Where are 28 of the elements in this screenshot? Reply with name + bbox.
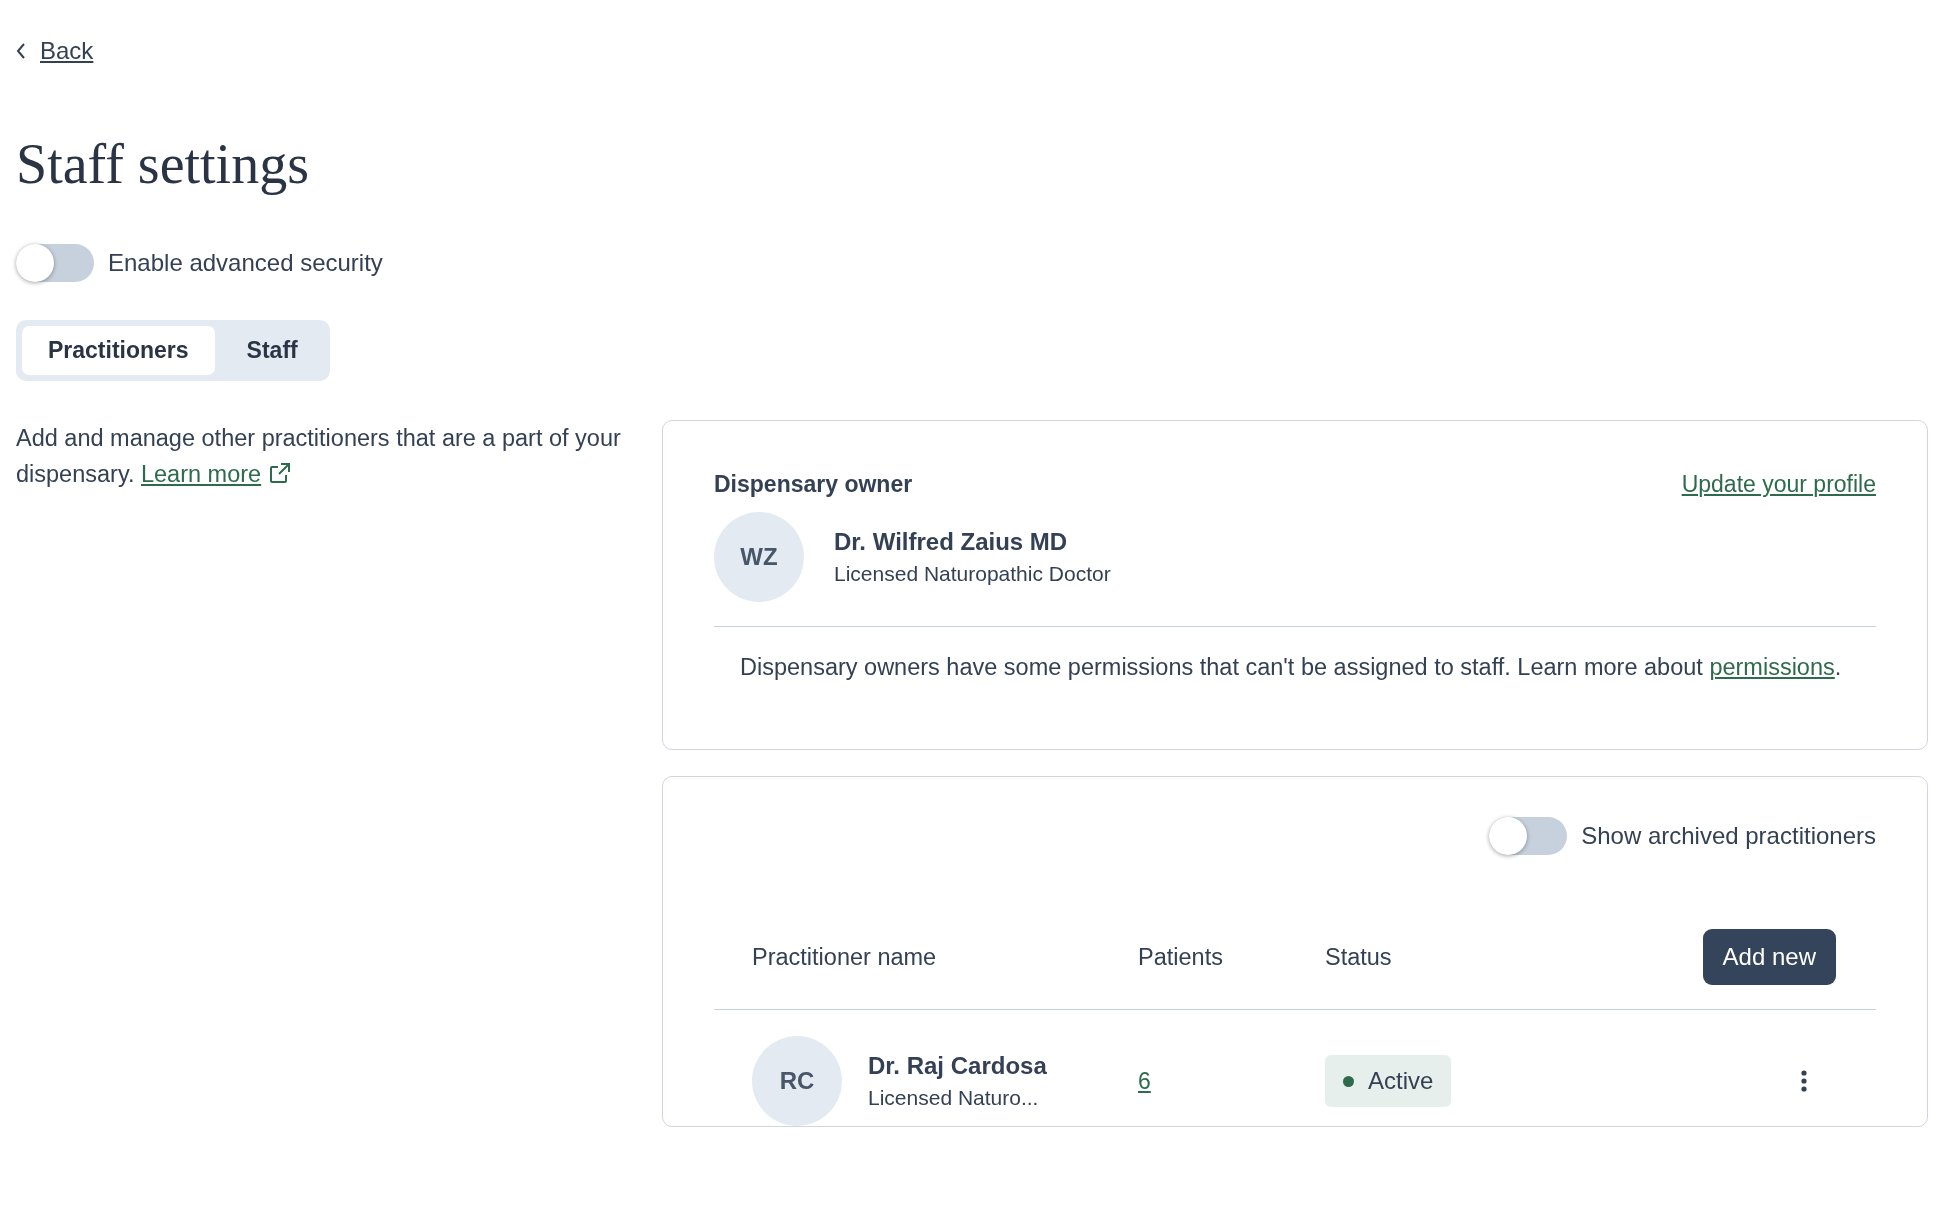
toggle-switch[interactable] bbox=[16, 244, 94, 282]
column-header: Practitioner name bbox=[752, 943, 938, 971]
toggle-switch[interactable] bbox=[1489, 817, 1568, 855]
back-link[interactable]: Back bbox=[40, 37, 94, 65]
person-role: Licensed Naturopathic Doctor bbox=[834, 562, 1111, 586]
toggle-label: Show archived practitioners bbox=[1581, 822, 1876, 850]
permissions-note: Dispensary owners have some permissions that can't be assigned to staff. Learn more about permissions. bbox=[740, 653, 1843, 682]
person-role: Licensed Naturo... bbox=[868, 1086, 1040, 1110]
card-heading: Dispensary owner bbox=[714, 471, 913, 498]
status-badge: Active bbox=[1325, 1055, 1452, 1107]
column-header: Status bbox=[1325, 943, 1393, 971]
external-link-icon bbox=[267, 461, 292, 485]
tab[interactable]: Practitioners bbox=[22, 326, 215, 375]
column-header: Patients bbox=[1138, 943, 1224, 971]
update-profile-link[interactable]: Update your profile bbox=[1681, 471, 1876, 498]
tab[interactable]: Staff bbox=[220, 326, 324, 375]
add-new-button[interactable]: Add new bbox=[1702, 929, 1836, 985]
patients-link[interactable]: 6 bbox=[1138, 1067, 1151, 1094]
person-name: Dr. Wilfred Zaius MD bbox=[834, 528, 1069, 556]
permissions-link[interactable]: permissions bbox=[1709, 654, 1835, 680]
person-name: Dr. Raj Cardosa bbox=[868, 1052, 1047, 1080]
description-text: Add and manage other practitioners that are a part of your dispensary. Learn more bbox=[16, 424, 622, 489]
more-icon[interactable] bbox=[1800, 1069, 1808, 1093]
avatar: RC bbox=[752, 1036, 842, 1126]
toggle-label: Enable advanced security bbox=[108, 249, 383, 277]
avatar: WZ bbox=[714, 512, 804, 602]
chevron-left-icon bbox=[16, 42, 26, 60]
learn-more-link[interactable]: Learn more bbox=[140, 461, 262, 487]
